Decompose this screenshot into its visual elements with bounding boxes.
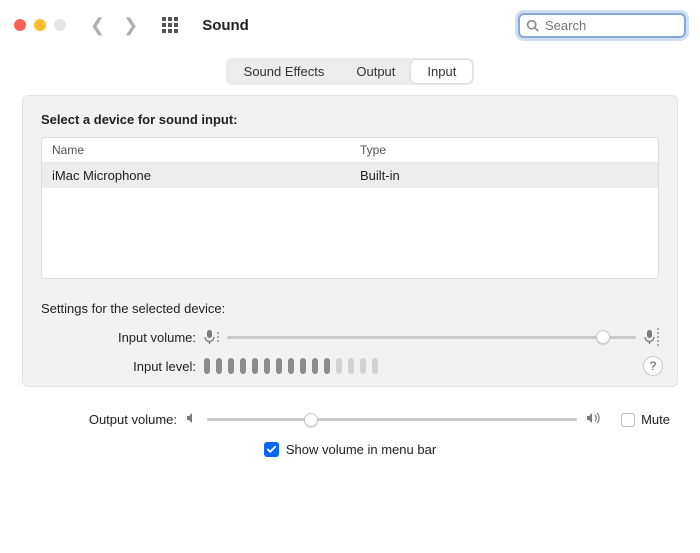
show-volume-menubar-row[interactable]: Show volume in menu bar	[22, 442, 678, 457]
input-device-table: Name Type iMac Microphone Built-in	[41, 137, 659, 279]
level-bar	[216, 358, 222, 374]
table-row[interactable]: iMac Microphone Built-in	[42, 163, 658, 188]
output-volume-thumb[interactable]	[304, 413, 318, 427]
window-controls	[14, 19, 66, 31]
titlebar: ❮ ❯ Sound	[0, 0, 700, 50]
device-name: iMac Microphone	[42, 163, 350, 188]
minimize-window-button[interactable]	[34, 19, 46, 31]
input-volume-thumb[interactable]	[596, 330, 610, 344]
tab-output[interactable]: Output	[340, 60, 411, 83]
back-button[interactable]: ❮	[90, 16, 105, 34]
tab-sound-effects[interactable]: Sound Effects	[228, 60, 341, 83]
show-volume-label: Show volume in menu bar	[286, 442, 436, 457]
level-bar	[336, 358, 342, 374]
input-level-label: Input level:	[41, 359, 196, 374]
level-bar	[264, 358, 270, 374]
show-volume-checkbox[interactable]	[264, 442, 279, 457]
microphone-low-icon	[204, 329, 219, 345]
close-window-button[interactable]	[14, 19, 26, 31]
speaker-high-icon	[585, 411, 603, 428]
show-all-prefs-button[interactable]	[162, 17, 178, 33]
level-bar	[324, 358, 330, 374]
output-volume-row: Output volume: Mute	[22, 411, 678, 428]
col-name: Name	[42, 138, 350, 162]
level-bar	[288, 358, 294, 374]
level-bar	[228, 358, 234, 374]
mute-checkbox-group[interactable]: Mute	[621, 412, 670, 427]
footer: Output volume: Mute Show volume in menu …	[0, 387, 700, 457]
level-bar	[240, 358, 246, 374]
level-bar	[360, 358, 366, 374]
input-device-heading: Select a device for sound input:	[41, 112, 659, 127]
level-bar	[204, 358, 210, 374]
input-level-row: Input level:	[41, 358, 659, 374]
output-volume-control	[185, 411, 603, 428]
input-level-meter	[204, 358, 659, 374]
window-title: Sound	[202, 17, 249, 34]
device-type: Built-in	[350, 163, 658, 188]
mute-checkbox[interactable]	[621, 413, 635, 427]
search-input[interactable]	[545, 18, 678, 33]
level-bar	[312, 358, 318, 374]
level-bar	[300, 358, 306, 374]
nav-arrows: ❮ ❯	[90, 16, 138, 34]
settings-heading: Settings for the selected device:	[41, 301, 659, 316]
output-volume-label: Output volume:	[22, 412, 177, 427]
speaker-low-icon	[185, 411, 199, 428]
level-bar	[348, 358, 354, 374]
tabs: Sound Effects Output Input	[0, 50, 700, 85]
tab-segment: Sound Effects Output Input	[226, 58, 475, 85]
search-field[interactable]	[518, 13, 686, 38]
table-empty-area	[42, 188, 658, 278]
microphone-high-icon	[644, 328, 659, 346]
mute-label: Mute	[641, 412, 670, 427]
col-type: Type	[350, 138, 658, 162]
forward-button[interactable]: ❯	[123, 16, 138, 34]
tab-input[interactable]: Input	[411, 60, 472, 83]
level-bar	[276, 358, 282, 374]
output-volume-slider[interactable]	[207, 418, 577, 421]
input-volume-row: Input volume:	[41, 328, 659, 346]
input-volume-slider[interactable]	[227, 336, 636, 339]
input-volume-control	[204, 328, 659, 346]
table-header: Name Type	[42, 138, 658, 163]
zoom-window-button[interactable]	[54, 19, 66, 31]
input-volume-label: Input volume:	[41, 330, 196, 345]
input-panel: Select a device for sound input: Name Ty…	[22, 95, 678, 387]
level-bar	[252, 358, 258, 374]
search-icon	[526, 19, 539, 32]
help-button[interactable]: ?	[643, 356, 663, 376]
level-bar	[372, 358, 378, 374]
